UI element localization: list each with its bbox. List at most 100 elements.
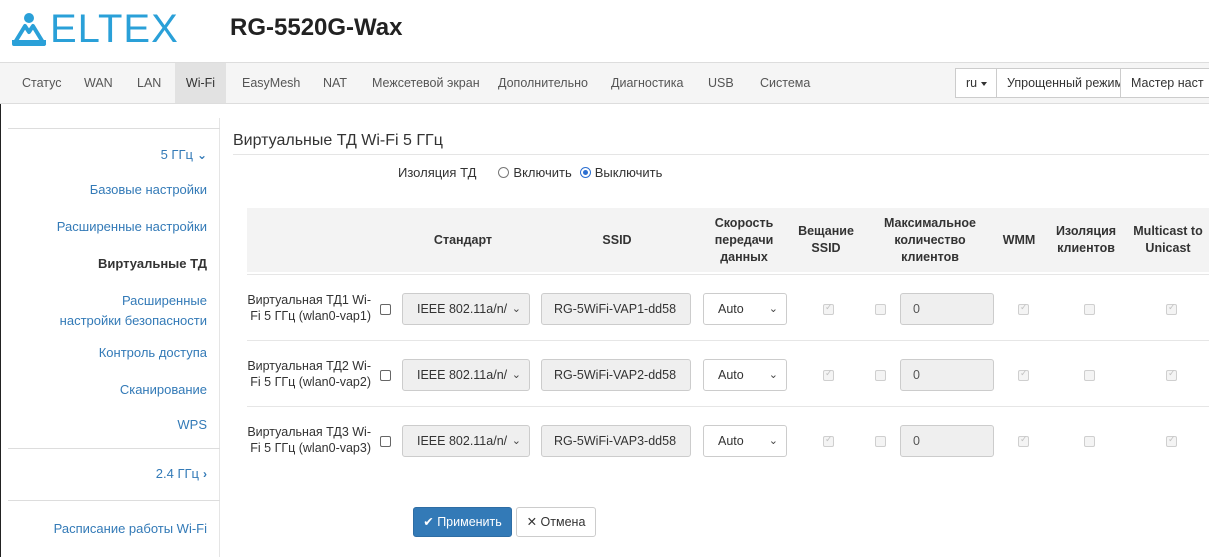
eltex-logo-icon — [12, 13, 46, 46]
rate-select[interactable]: Auto ⌄ — [703, 425, 787, 457]
ssid-input[interactable]: RG-5WiFi-VAP1-dd58 — [541, 293, 691, 325]
rate-value: Auto — [718, 434, 744, 448]
broadcast-ssid-checkbox[interactable] — [823, 368, 834, 381]
nav-wan[interactable]: WAN — [74, 63, 123, 103]
nav-usb[interactable]: USB — [698, 63, 744, 103]
client-isolation-checkbox[interactable] — [1084, 304, 1095, 315]
sidebar-item-security[interactable]: Расширенные настройки безопасности — [57, 291, 207, 331]
multicast-checkbox[interactable] — [1166, 302, 1177, 315]
multicast-checkbox[interactable] — [1166, 434, 1177, 447]
title-divider — [233, 154, 1209, 155]
radio-isolation-on-label[interactable]: Включить — [513, 165, 571, 180]
apply-button[interactable]: ✔ Применить — [413, 507, 512, 537]
simple-mode-button[interactable]: Упрощенный режим — [996, 68, 1121, 98]
radio-isolation-on[interactable] — [498, 167, 510, 178]
language-value: ru — [966, 76, 978, 90]
col-rate: Скорость передачи данных — [714, 215, 774, 264]
chevron-down-icon: ⌄ — [768, 303, 778, 315]
standard-value: IEEE 802.11a/n/ — [417, 434, 508, 448]
nav-status[interactable]: Статус — [12, 63, 72, 103]
nav-diagnostics[interactable]: Диагностика — [601, 63, 693, 103]
chevron-right-icon: › — [203, 467, 207, 481]
col-broadcast: Вещание SSID — [798, 224, 854, 255]
cancel-button-label: Отмена — [540, 515, 586, 529]
wizard-button[interactable]: Мастер наст — [1120, 68, 1209, 98]
max-clients-checkbox[interactable] — [875, 370, 886, 381]
eltex-logo[interactable]: ELTEX — [10, 6, 179, 51]
sidebar-divider — [8, 128, 220, 129]
cancel-button[interactable]: ✕ Отмена — [516, 507, 596, 537]
multicast-checkbox[interactable] — [1166, 368, 1177, 381]
standard-select[interactable]: IEEE 802.11a/n/⌄ — [402, 293, 530, 325]
ssid-input[interactable]: RG-5WiFi-VAP3-dd58 — [541, 425, 691, 457]
enable-checkbox[interactable] — [380, 304, 391, 315]
sidebar-item-basic[interactable]: Базовые настройки — [90, 180, 207, 200]
rate-value: Auto — [718, 302, 744, 316]
sidebar-item-scan[interactable]: Сканирование — [120, 380, 207, 400]
header: ELTEX RG-5520G-Wax — [0, 0, 1209, 62]
sidebar-item-wps[interactable]: WPS — [177, 415, 207, 435]
caret-down-icon — [981, 81, 988, 86]
max-clients-input[interactable]: 0 — [900, 359, 994, 391]
max-clients-checkbox[interactable] — [875, 436, 886, 447]
sidebar-divider — [8, 500, 220, 501]
wmm-checkbox[interactable] — [1018, 368, 1029, 381]
sidebar-divider — [8, 448, 220, 449]
wmm-checkbox[interactable] — [1018, 302, 1029, 315]
wmm-checkbox[interactable] — [1018, 434, 1029, 447]
client-isolation-checkbox[interactable] — [1084, 436, 1095, 447]
col-wmm: WMM — [1002, 232, 1036, 247]
language-dropdown[interactable]: ru — [955, 68, 997, 98]
apply-button-label: Применить — [437, 515, 502, 529]
col-client-isolation: Изоляция клиентов — [1055, 224, 1117, 255]
standard-select[interactable]: IEEE 802.11a/n/⌄ — [402, 359, 530, 391]
client-isolation-checkbox[interactable] — [1084, 370, 1095, 381]
logo-text: ELTEX — [50, 6, 179, 51]
table-row: Виртуальная ТД3 Wi-Fi 5 ГГц (wlan0-vap3)… — [247, 406, 1209, 472]
row-label: Виртуальная ТД3 Wi-Fi 5 ГГц (wlan0-vap3) — [247, 425, 371, 455]
sidebar-group-24ghz[interactable]: 2.4 ГГц › — [156, 464, 207, 484]
table-row: Виртуальная ТД1 Wi-Fi 5 ГГц (wlan0-vap1)… — [247, 274, 1209, 340]
rate-value: Auto — [718, 368, 744, 382]
table-header: Стандарт SSID Скорость передачи данных В… — [247, 208, 1209, 272]
sidebar-group-5ghz-label: 5 ГГц — [160, 147, 193, 162]
col-ssid: SSID — [602, 232, 632, 247]
radio-isolation-off-label[interactable]: Выключить — [595, 165, 663, 180]
ssid-input[interactable]: RG-5WiFi-VAP2-dd58 — [541, 359, 691, 391]
sidebar-item-access-control[interactable]: Контроль доступа — [99, 343, 207, 363]
nav-nat[interactable]: NAT — [313, 63, 357, 103]
nav-additional[interactable]: Дополнительно — [488, 63, 598, 103]
chevron-down-icon: ⌄ — [511, 369, 521, 381]
standard-value: IEEE 802.11a/n/ — [417, 368, 508, 382]
sidebar-item-virtual-ap[interactable]: Виртуальные ТД — [98, 254, 207, 274]
sidebar-group-24ghz-label: 2.4 ГГц — [155, 466, 199, 481]
rate-select[interactable]: Auto ⌄ — [703, 293, 787, 325]
sidebar-group-5ghz[interactable]: 5 ГГц ⌄ — [161, 145, 207, 165]
table-row: Виртуальная ТД2 Wi-Fi 5 ГГц (wlan0-vap2)… — [247, 340, 1209, 406]
ap-isolation-group: Изоляция ТД Включить Выключить — [398, 165, 662, 180]
max-clients-checkbox[interactable] — [875, 304, 886, 315]
max-clients-input[interactable]: 0 — [900, 425, 994, 457]
enable-checkbox[interactable] — [380, 370, 391, 381]
enable-checkbox[interactable] — [380, 436, 391, 447]
chevron-down-icon: ⌄ — [768, 435, 778, 447]
sidebar-item-advanced[interactable]: Расширенные настройки — [57, 217, 207, 237]
page-title: Виртуальные ТД Wi-Fi 5 ГГц — [233, 132, 443, 149]
nav-wifi[interactable]: Wi-Fi — [175, 63, 226, 103]
check-icon: ✔ — [423, 515, 434, 529]
max-clients-input[interactable]: 0 — [900, 293, 994, 325]
nav-easymesh[interactable]: EasyMesh — [232, 63, 310, 103]
nav-system[interactable]: Система — [750, 63, 820, 103]
broadcast-ssid-checkbox[interactable] — [823, 434, 834, 447]
broadcast-ssid-checkbox[interactable] — [823, 302, 834, 315]
col-max-clients: Максимальное количество клиентов — [883, 215, 977, 264]
rate-select[interactable]: Auto ⌄ — [703, 359, 787, 391]
chevron-down-icon: ⌄ — [768, 369, 778, 381]
standard-select[interactable]: IEEE 802.11a/n/⌄ — [402, 425, 530, 457]
chevron-down-icon: ⌄ — [511, 303, 521, 315]
radio-isolation-off[interactable] — [579, 167, 591, 178]
nav-lan[interactable]: LAN — [127, 63, 171, 103]
sidebar-item-schedule[interactable]: Расписание работы Wi-Fi — [54, 519, 207, 539]
nav-firewall[interactable]: Межсетевой экран — [362, 63, 490, 103]
col-multicast: Multicast to Unicast — [1133, 224, 1203, 255]
